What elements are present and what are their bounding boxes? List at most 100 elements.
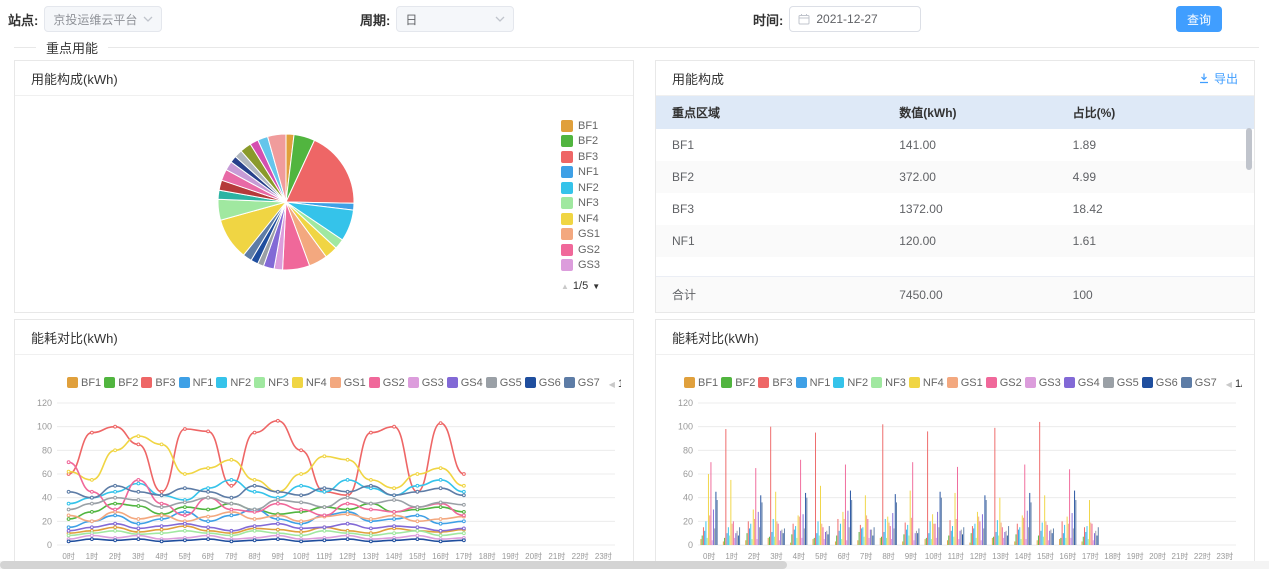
- svg-text:11时: 11时: [948, 551, 964, 561]
- dashboard-grid: 用能构成(kWh) BF1BF2BF3NF1NF2NF3NF4GS1GS2GS3…: [0, 56, 1269, 569]
- export-link[interactable]: 导出: [1198, 70, 1238, 87]
- legend-item-NF1[interactable]: NF1: [796, 377, 831, 389]
- legend-item-GS2[interactable]: GS2: [561, 242, 621, 258]
- legend-item-BF2[interactable]: BF2: [104, 377, 138, 389]
- svg-text:18时: 18时: [479, 551, 496, 561]
- legend-swatch: [1103, 377, 1114, 388]
- legend-swatch: [1064, 377, 1075, 388]
- svg-text:1时: 1时: [725, 551, 737, 561]
- legend-item-GS3[interactable]: GS3: [408, 377, 444, 389]
- legend-prev-icon[interactable]: ◀: [609, 380, 615, 389]
- legend-swatch: [447, 377, 458, 388]
- legend-item-BF3[interactable]: BF3: [758, 377, 792, 389]
- legend-swatch: [796, 377, 807, 388]
- legend-item-BF2[interactable]: BF2: [721, 377, 755, 389]
- legend-item-GS3[interactable]: GS3: [561, 258, 621, 274]
- legend-page-up-icon[interactable]: ▲: [561, 282, 569, 291]
- bar-chart[interactable]: 0204060801001200时1时2时3时4时5时6时7时8时9时10时11…: [668, 395, 1242, 567]
- summary-value: 7450.00: [883, 277, 1056, 312]
- legend-swatch: [684, 377, 695, 388]
- legend-swatch: [292, 377, 303, 388]
- svg-text:0: 0: [688, 540, 693, 550]
- legend-item-NF2[interactable]: NF2: [833, 377, 868, 389]
- legend-item-BF1[interactable]: BF1: [67, 377, 101, 389]
- legend-swatch: [947, 377, 958, 388]
- legend-swatch: [833, 377, 844, 388]
- legend-item-NF4[interactable]: NF4: [909, 377, 944, 389]
- line-chart[interactable]: 0204060801001200时1时2时3时4时5时6时7时8时9时10时11…: [27, 395, 621, 567]
- legend-item-NF3[interactable]: NF3: [254, 377, 289, 389]
- col-area: 重点区域: [656, 96, 883, 129]
- svg-text:21时: 21时: [1172, 551, 1189, 561]
- legend-item-GS7[interactable]: GS7: [564, 377, 600, 389]
- legend-prev-icon[interactable]: ◀: [1226, 380, 1232, 389]
- legend-item-NF1[interactable]: NF1: [561, 165, 621, 181]
- svg-text:7时: 7时: [860, 551, 872, 561]
- legend-item-GS5[interactable]: GS5: [1103, 377, 1139, 389]
- legend-item-GS4[interactable]: GS4: [1064, 377, 1100, 389]
- legend-item-NF3[interactable]: NF3: [871, 377, 906, 389]
- legend-item-GS5[interactable]: GS5: [486, 377, 522, 389]
- legend-item-NF3[interactable]: NF3: [561, 196, 621, 212]
- legend-item-GS1[interactable]: GS1: [561, 227, 621, 243]
- chevron-down-icon: [495, 16, 505, 22]
- svg-text:19时: 19时: [1127, 551, 1144, 561]
- period-select[interactable]: 日: [396, 6, 514, 32]
- panel-title: 用能构成: [672, 69, 724, 88]
- page-horizontal-scrollbar[interactable]: [0, 561, 1269, 569]
- legend-swatch: [561, 244, 573, 256]
- svg-text:6时: 6时: [837, 551, 849, 561]
- svg-text:8时: 8时: [248, 551, 260, 561]
- legend-swatch: [104, 377, 115, 388]
- svg-text:12时: 12时: [339, 551, 356, 561]
- legend-item-GS2[interactable]: GS2: [986, 377, 1022, 389]
- panel-energy-composition-pie: 用能构成(kWh) BF1BF2BF3NF1NF2NF3NF4GS1GS2GS3…: [14, 60, 634, 313]
- legend-item-BF3[interactable]: BF3: [141, 377, 175, 389]
- legend-swatch: [408, 377, 419, 388]
- svg-text:60: 60: [42, 469, 52, 479]
- legend-page-indicator: 1/4: [618, 378, 621, 390]
- svg-text:2时: 2时: [748, 551, 760, 561]
- legend-item-GS4[interactable]: GS4: [447, 377, 483, 389]
- legend-page-down-icon[interactable]: ▼: [592, 282, 600, 291]
- legend-item-GS6[interactable]: GS6: [525, 377, 561, 389]
- legend-item-GS6[interactable]: GS6: [1142, 377, 1178, 389]
- legend-item-BF1[interactable]: BF1: [561, 118, 621, 134]
- download-icon: [1198, 72, 1210, 84]
- legend-swatch: [179, 377, 190, 388]
- svg-text:20: 20: [683, 516, 693, 526]
- legend-item-NF4[interactable]: NF4: [561, 211, 621, 227]
- legend-swatch: [721, 377, 732, 388]
- legend-item-GS2[interactable]: GS2: [369, 377, 405, 389]
- legend-item-NF4[interactable]: NF4: [292, 377, 327, 389]
- legend-item-BF1[interactable]: BF1: [684, 377, 718, 389]
- legend-swatch: [525, 377, 536, 388]
- legend-item-GS1[interactable]: GS1: [330, 377, 366, 389]
- svg-text:12时: 12时: [970, 551, 987, 561]
- legend-swatch: [1181, 377, 1192, 388]
- legend-item-BF2[interactable]: BF2: [561, 134, 621, 150]
- svg-text:3时: 3时: [132, 551, 144, 561]
- site-filter: 站点: 京投运维云平台: [8, 6, 162, 32]
- pie-chart[interactable]: [15, 96, 633, 310]
- svg-text:40: 40: [42, 493, 52, 503]
- query-button[interactable]: 查询: [1176, 6, 1222, 32]
- date-input[interactable]: 2021-12-27: [789, 6, 921, 32]
- legend-item-NF2[interactable]: NF2: [561, 180, 621, 196]
- legend-swatch: [67, 377, 78, 388]
- site-select[interactable]: 京投运维云平台: [44, 6, 162, 32]
- legend-item-GS7[interactable]: GS7: [1181, 377, 1217, 389]
- time-filter: 时间: 2021-12-27: [753, 6, 921, 32]
- col-value: 数值(kWh): [883, 96, 1056, 129]
- svg-text:3时: 3时: [770, 551, 782, 561]
- panel-title: 能耗对比(kWh): [31, 328, 118, 347]
- legend-item-NF2[interactable]: NF2: [216, 377, 251, 389]
- legend-item-GS1[interactable]: GS1: [947, 377, 983, 389]
- scrollbar-thumb[interactable]: [0, 561, 787, 569]
- bar-chart-legend: BF1BF2BF3 NF1NF2NF3NF4GS1GS2GS3GS4GS5GS6G…: [668, 375, 1242, 393]
- legend-item-NF1[interactable]: NF1: [179, 377, 214, 389]
- legend-item-GS3[interactable]: GS3: [1025, 377, 1061, 389]
- table-scrollbar[interactable]: [1246, 128, 1252, 170]
- legend-item-BF3[interactable]: BF3: [561, 149, 621, 165]
- panel-title: 用能构成(kWh): [31, 69, 118, 88]
